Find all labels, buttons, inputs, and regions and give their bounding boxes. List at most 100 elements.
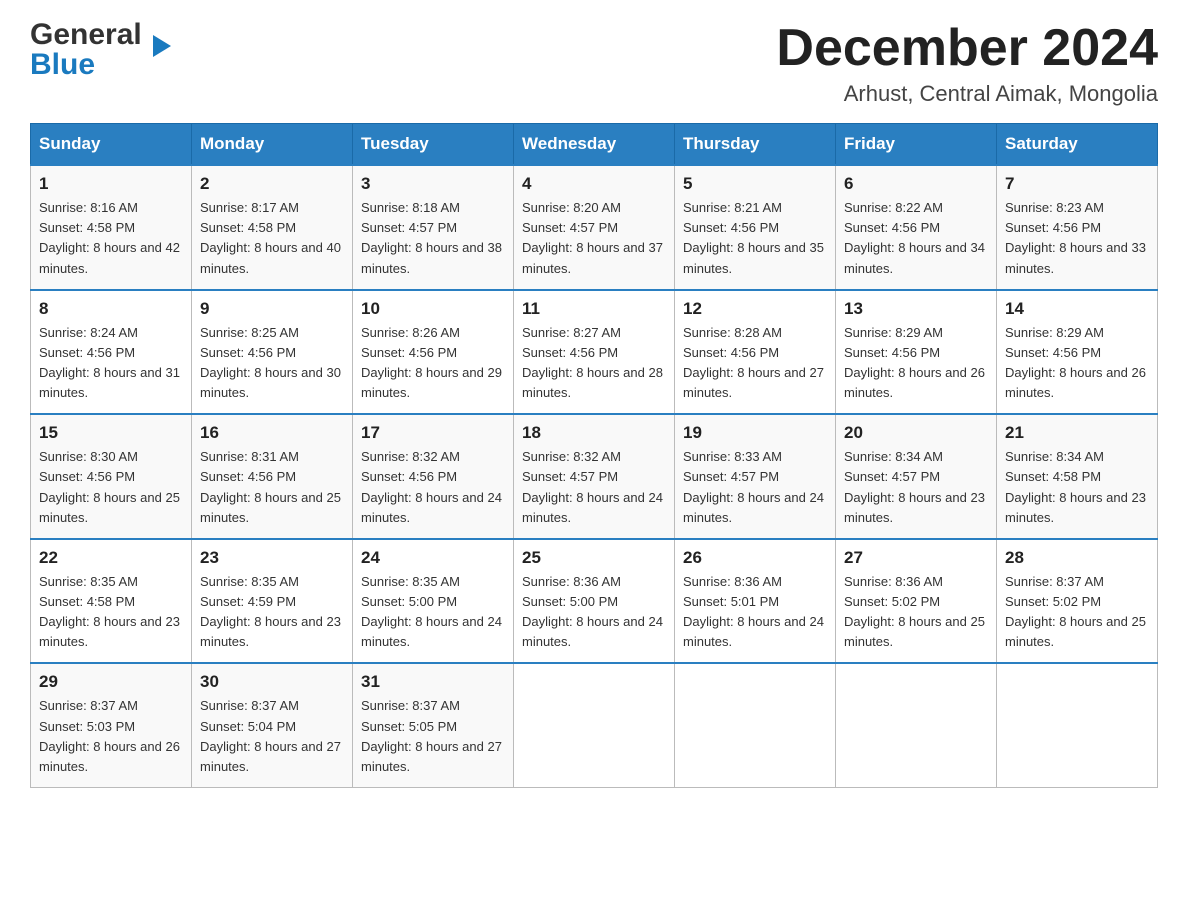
sunset-label: Sunset: 5:04 PM bbox=[200, 719, 296, 734]
daylight-label: Daylight: 8 hours and 24 minutes. bbox=[522, 614, 663, 649]
calendar-cell: 13 Sunrise: 8:29 AM Sunset: 4:56 PM Dayl… bbox=[836, 290, 997, 415]
logo-arrow-icon bbox=[153, 35, 171, 57]
sunrise-label: Sunrise: 8:25 AM bbox=[200, 325, 299, 340]
calendar-cell: 28 Sunrise: 8:37 AM Sunset: 5:02 PM Dayl… bbox=[997, 539, 1158, 664]
daylight-label: Daylight: 8 hours and 24 minutes. bbox=[361, 490, 502, 525]
sunset-label: Sunset: 4:56 PM bbox=[844, 220, 940, 235]
calendar-cell: 5 Sunrise: 8:21 AM Sunset: 4:56 PM Dayli… bbox=[675, 165, 836, 290]
sunrise-label: Sunrise: 8:20 AM bbox=[522, 200, 621, 215]
daylight-label: Daylight: 8 hours and 28 minutes. bbox=[522, 365, 663, 400]
sunrise-label: Sunrise: 8:32 AM bbox=[361, 449, 460, 464]
calendar-cell: 14 Sunrise: 8:29 AM Sunset: 4:56 PM Dayl… bbox=[997, 290, 1158, 415]
calendar-cell bbox=[675, 663, 836, 787]
day-info: Sunrise: 8:36 AM Sunset: 5:00 PM Dayligh… bbox=[522, 572, 666, 653]
calendar-cell bbox=[836, 663, 997, 787]
sunrise-label: Sunrise: 8:36 AM bbox=[844, 574, 943, 589]
calendar-cell: 27 Sunrise: 8:36 AM Sunset: 5:02 PM Dayl… bbox=[836, 539, 997, 664]
calendar-cell: 1 Sunrise: 8:16 AM Sunset: 4:58 PM Dayli… bbox=[31, 165, 192, 290]
day-info: Sunrise: 8:32 AM Sunset: 4:57 PM Dayligh… bbox=[522, 447, 666, 528]
sunrise-label: Sunrise: 8:17 AM bbox=[200, 200, 299, 215]
daylight-label: Daylight: 8 hours and 25 minutes. bbox=[200, 490, 341, 525]
daylight-label: Daylight: 8 hours and 23 minutes. bbox=[39, 614, 180, 649]
week-row-3: 15 Sunrise: 8:30 AM Sunset: 4:56 PM Dayl… bbox=[31, 414, 1158, 539]
sunset-label: Sunset: 4:56 PM bbox=[1005, 220, 1101, 235]
sunset-label: Sunset: 5:02 PM bbox=[844, 594, 940, 609]
col-header-wednesday: Wednesday bbox=[514, 124, 675, 166]
day-number: 1 bbox=[39, 174, 183, 194]
daylight-label: Daylight: 8 hours and 25 minutes. bbox=[1005, 614, 1146, 649]
sunset-label: Sunset: 4:56 PM bbox=[39, 345, 135, 360]
sunrise-label: Sunrise: 8:26 AM bbox=[361, 325, 460, 340]
day-number: 24 bbox=[361, 548, 505, 568]
daylight-label: Daylight: 8 hours and 24 minutes. bbox=[361, 614, 502, 649]
calendar-cell: 20 Sunrise: 8:34 AM Sunset: 4:57 PM Dayl… bbox=[836, 414, 997, 539]
daylight-label: Daylight: 8 hours and 29 minutes. bbox=[361, 365, 502, 400]
sunrise-label: Sunrise: 8:29 AM bbox=[1005, 325, 1104, 340]
calendar-cell: 17 Sunrise: 8:32 AM Sunset: 4:56 PM Dayl… bbox=[353, 414, 514, 539]
day-number: 27 bbox=[844, 548, 988, 568]
day-number: 6 bbox=[844, 174, 988, 194]
calendar-cell: 23 Sunrise: 8:35 AM Sunset: 4:59 PM Dayl… bbox=[192, 539, 353, 664]
daylight-label: Daylight: 8 hours and 27 minutes. bbox=[361, 739, 502, 774]
calendar-cell: 19 Sunrise: 8:33 AM Sunset: 4:57 PM Dayl… bbox=[675, 414, 836, 539]
day-info: Sunrise: 8:30 AM Sunset: 4:56 PM Dayligh… bbox=[39, 447, 183, 528]
sunrise-label: Sunrise: 8:18 AM bbox=[361, 200, 460, 215]
day-number: 11 bbox=[522, 299, 666, 319]
day-info: Sunrise: 8:36 AM Sunset: 5:02 PM Dayligh… bbox=[844, 572, 988, 653]
calendar-cell: 26 Sunrise: 8:36 AM Sunset: 5:01 PM Dayl… bbox=[675, 539, 836, 664]
day-number: 4 bbox=[522, 174, 666, 194]
daylight-label: Daylight: 8 hours and 26 minutes. bbox=[39, 739, 180, 774]
day-number: 15 bbox=[39, 423, 183, 443]
col-header-saturday: Saturday bbox=[997, 124, 1158, 166]
calendar-cell: 31 Sunrise: 8:37 AM Sunset: 5:05 PM Dayl… bbox=[353, 663, 514, 787]
calendar-cell: 2 Sunrise: 8:17 AM Sunset: 4:58 PM Dayli… bbox=[192, 165, 353, 290]
day-number: 7 bbox=[1005, 174, 1149, 194]
sunset-label: Sunset: 4:57 PM bbox=[361, 220, 457, 235]
sunset-label: Sunset: 4:58 PM bbox=[1005, 469, 1101, 484]
sunrise-label: Sunrise: 8:36 AM bbox=[522, 574, 621, 589]
day-info: Sunrise: 8:18 AM Sunset: 4:57 PM Dayligh… bbox=[361, 198, 505, 279]
sunrise-label: Sunrise: 8:27 AM bbox=[522, 325, 621, 340]
day-info: Sunrise: 8:35 AM Sunset: 4:59 PM Dayligh… bbox=[200, 572, 344, 653]
calendar-cell: 21 Sunrise: 8:34 AM Sunset: 4:58 PM Dayl… bbox=[997, 414, 1158, 539]
calendar-cell bbox=[997, 663, 1158, 787]
calendar-cell: 9 Sunrise: 8:25 AM Sunset: 4:56 PM Dayli… bbox=[192, 290, 353, 415]
day-info: Sunrise: 8:35 AM Sunset: 5:00 PM Dayligh… bbox=[361, 572, 505, 653]
day-number: 23 bbox=[200, 548, 344, 568]
day-number: 20 bbox=[844, 423, 988, 443]
day-info: Sunrise: 8:37 AM Sunset: 5:05 PM Dayligh… bbox=[361, 696, 505, 777]
sunrise-label: Sunrise: 8:21 AM bbox=[683, 200, 782, 215]
calendar-cell: 24 Sunrise: 8:35 AM Sunset: 5:00 PM Dayl… bbox=[353, 539, 514, 664]
day-info: Sunrise: 8:25 AM Sunset: 4:56 PM Dayligh… bbox=[200, 323, 344, 404]
day-info: Sunrise: 8:22 AM Sunset: 4:56 PM Dayligh… bbox=[844, 198, 988, 279]
sunset-label: Sunset: 5:00 PM bbox=[522, 594, 618, 609]
col-header-sunday: Sunday bbox=[31, 124, 192, 166]
calendar-cell: 16 Sunrise: 8:31 AM Sunset: 4:56 PM Dayl… bbox=[192, 414, 353, 539]
sunrise-label: Sunrise: 8:34 AM bbox=[1005, 449, 1104, 464]
sunset-label: Sunset: 4:58 PM bbox=[200, 220, 296, 235]
sunset-label: Sunset: 4:57 PM bbox=[522, 469, 618, 484]
sunrise-label: Sunrise: 8:28 AM bbox=[683, 325, 782, 340]
calendar-cell bbox=[514, 663, 675, 787]
sunset-label: Sunset: 4:56 PM bbox=[200, 469, 296, 484]
sunset-label: Sunset: 5:01 PM bbox=[683, 594, 779, 609]
sunrise-label: Sunrise: 8:30 AM bbox=[39, 449, 138, 464]
day-info: Sunrise: 8:33 AM Sunset: 4:57 PM Dayligh… bbox=[683, 447, 827, 528]
sunset-label: Sunset: 4:56 PM bbox=[39, 469, 135, 484]
calendar-cell: 7 Sunrise: 8:23 AM Sunset: 4:56 PM Dayli… bbox=[997, 165, 1158, 290]
day-info: Sunrise: 8:23 AM Sunset: 4:56 PM Dayligh… bbox=[1005, 198, 1149, 279]
daylight-label: Daylight: 8 hours and 23 minutes. bbox=[200, 614, 341, 649]
day-info: Sunrise: 8:16 AM Sunset: 4:58 PM Dayligh… bbox=[39, 198, 183, 279]
sunset-label: Sunset: 4:59 PM bbox=[200, 594, 296, 609]
daylight-label: Daylight: 8 hours and 27 minutes. bbox=[200, 739, 341, 774]
daylight-label: Daylight: 8 hours and 24 minutes. bbox=[522, 490, 663, 525]
calendar-cell: 4 Sunrise: 8:20 AM Sunset: 4:57 PM Dayli… bbox=[514, 165, 675, 290]
daylight-label: Daylight: 8 hours and 34 minutes. bbox=[844, 240, 985, 275]
calendar-cell: 6 Sunrise: 8:22 AM Sunset: 4:56 PM Dayli… bbox=[836, 165, 997, 290]
sunrise-label: Sunrise: 8:31 AM bbox=[200, 449, 299, 464]
day-number: 8 bbox=[39, 299, 183, 319]
daylight-label: Daylight: 8 hours and 27 minutes. bbox=[683, 365, 824, 400]
daylight-label: Daylight: 8 hours and 35 minutes. bbox=[683, 240, 824, 275]
day-info: Sunrise: 8:21 AM Sunset: 4:56 PM Dayligh… bbox=[683, 198, 827, 279]
sunrise-label: Sunrise: 8:16 AM bbox=[39, 200, 138, 215]
